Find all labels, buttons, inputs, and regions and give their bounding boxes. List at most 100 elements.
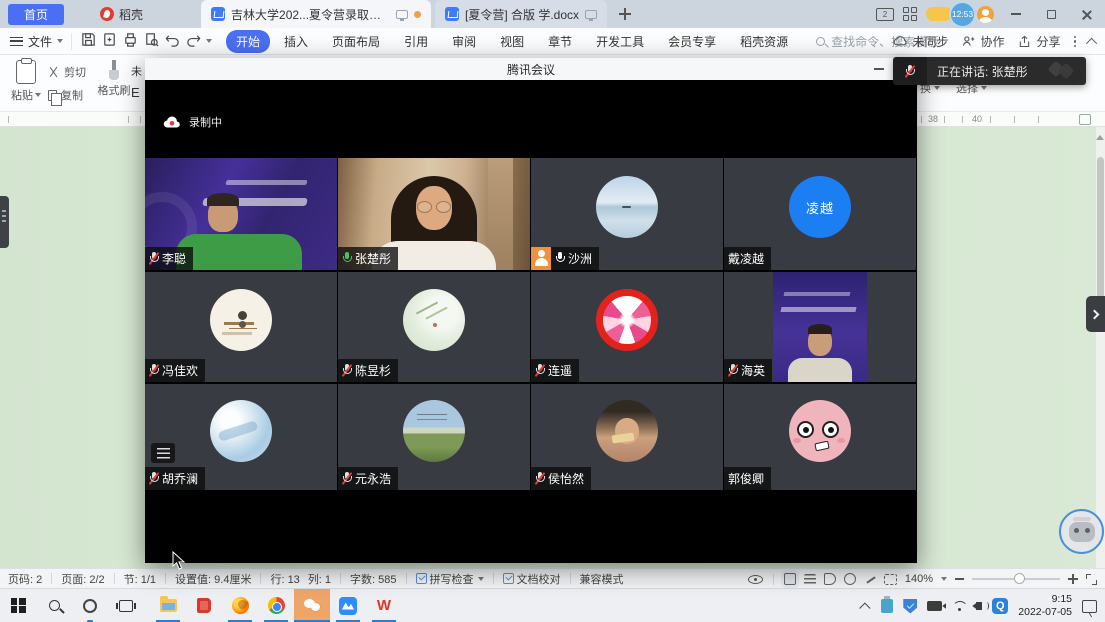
participant-tile[interactable]: 连遥 (531, 272, 723, 382)
ribbon-tab-developer[interactable]: 开发工具 (586, 30, 654, 53)
firefox-button[interactable] (222, 589, 258, 622)
cortana-button[interactable] (72, 589, 108, 622)
start-button[interactable] (0, 589, 36, 622)
web-view-icon[interactable] (844, 573, 856, 585)
wechat-button-active[interactable] (294, 589, 330, 622)
taskbar-clock[interactable]: 9:15 2022-07-05 (1018, 593, 1072, 619)
scroll-up-icon[interactable] (1096, 135, 1104, 140)
ribbon-tab-section[interactable]: 章节 (538, 30, 582, 53)
chrome-button[interactable] (258, 589, 294, 622)
ribbon-tab-references[interactable]: 引用 (394, 30, 438, 53)
collapse-ribbon-icon[interactable] (1086, 37, 1097, 48)
participant-tile[interactable]: 张楚彤 (338, 158, 530, 270)
ribbon-tab-page-layout[interactable]: 页面布局 (322, 30, 390, 53)
format-painter-button[interactable]: 格式刷 (96, 60, 132, 98)
participant-tile[interactable]: 海英 (724, 272, 916, 382)
document-tab[interactable]: [夏令营] 合版 学.docx (435, 0, 607, 28)
recorder-tray-icon[interactable] (927, 601, 942, 611)
more-menu-icon[interactable] (1074, 36, 1077, 48)
write-mode-icon[interactable] (864, 573, 876, 585)
zoom-slider[interactable] (972, 578, 1060, 580)
qat-more-icon[interactable] (206, 39, 212, 43)
ribbon-tab-view[interactable]: 视图 (490, 30, 534, 53)
participant-tile[interactable]: 侯怡然 (531, 384, 723, 490)
left-panel-handle[interactable] (0, 196, 9, 248)
task-view-button[interactable] (108, 589, 144, 622)
expand-sidebar-button[interactable] (1086, 296, 1105, 332)
sync-status-button[interactable]: 未同步 (893, 33, 948, 50)
workspace-grid-icon[interactable] (903, 7, 917, 21)
participant-name: 郭俊卿 (728, 470, 764, 487)
tray-expand-icon[interactable] (860, 602, 871, 613)
participant-tile[interactable]: 郭俊卿 (724, 384, 916, 490)
print-button[interactable] (122, 31, 139, 51)
ribbon-tab-review[interactable]: 审阅 (442, 30, 486, 53)
participant-tile[interactable]: 沙洲 (531, 158, 723, 270)
zoom-in-button[interactable] (1068, 574, 1078, 584)
recording-indicator[interactable]: 录制中 (163, 114, 222, 130)
notification-center-icon[interactable] (1082, 600, 1097, 613)
scrollbar-thumb[interactable] (1097, 157, 1104, 307)
layout-list-icon[interactable] (151, 443, 175, 463)
ribbon-tab-home[interactable]: 开始 (226, 30, 270, 53)
vertical-scrollbar[interactable] (1096, 127, 1105, 568)
window-restore-button[interactable] (1038, 4, 1064, 24)
share-button[interactable]: 分享 (1017, 33, 1060, 50)
compat-mode-label[interactable]: 兼容模式 (580, 571, 624, 587)
participant-tile[interactable]: 凌越 戴凌越 (724, 158, 916, 270)
file-menu[interactable]: 文件 (10, 33, 72, 50)
share-label: 分享 (1036, 33, 1060, 50)
usb-tray-icon[interactable] (881, 599, 893, 613)
red-book-app-button[interactable] (186, 589, 222, 622)
print-preview-button[interactable] (143, 31, 160, 51)
ribbon-tab-docer-resources[interactable]: 稻壳资源 (730, 30, 798, 53)
paste-button[interactable]: 粘贴 (10, 60, 42, 103)
cut-button[interactable]: 剪切 (48, 64, 86, 80)
zoom-out-button[interactable] (955, 578, 964, 580)
account-avatar[interactable] (977, 6, 994, 23)
meeting-minimize-button[interactable] (874, 68, 884, 70)
assistant-robot-button[interactable] (1059, 509, 1104, 554)
zoom-slider-thumb[interactable] (1014, 573, 1025, 584)
document-tab-active[interactable]: 吉林大学202...夏令营录取名单 (201, 0, 431, 28)
page-view-icon[interactable] (784, 573, 796, 585)
new-tab-button[interactable] (617, 6, 633, 22)
file-explorer-button[interactable] (150, 589, 186, 622)
outline-view-icon[interactable] (804, 574, 816, 585)
wps-button[interactable]: W (366, 589, 402, 622)
read-view-icon[interactable] (824, 573, 836, 585)
volume-icon[interactable] (976, 602, 982, 610)
eye-protection-icon[interactable] (748, 575, 763, 584)
floating-clock-badge[interactable]: 12:53 (949, 1, 976, 28)
collaborate-button[interactable]: 协作 (961, 33, 1004, 50)
ribbon-tab-insert[interactable]: 插入 (274, 30, 318, 53)
zoom-level[interactable]: 140% (905, 573, 933, 585)
home-button[interactable]: 首页 (8, 4, 64, 25)
taskbar-search-button[interactable] (36, 589, 72, 622)
fullscreen-icon[interactable] (1086, 574, 1097, 585)
participant-tile[interactable]: 陈昱杉 (338, 272, 530, 382)
tencent-meeting-button[interactable] (330, 589, 366, 622)
spell-check-button[interactable]: 拼写检查 (416, 571, 484, 587)
docer-tab[interactable]: 稻壳 (88, 6, 155, 23)
window-minimize-button[interactable] (1003, 4, 1029, 24)
export-pdf-button[interactable] (101, 31, 118, 51)
window-close-button[interactable] (1073, 4, 1099, 24)
participant-tile[interactable]: 李聪 (145, 158, 337, 270)
split-screen-icon[interactable]: 2 (876, 8, 894, 21)
participant-tile[interactable]: 元永浩 (338, 384, 530, 490)
share-icon (1017, 34, 1032, 49)
proofread-button[interactable]: 文档校对 (503, 571, 561, 587)
save-button[interactable] (80, 31, 97, 51)
participant-tile[interactable]: 胡乔澜 (145, 384, 337, 490)
wifi-icon[interactable] (952, 601, 966, 612)
ruler-toggle-icon[interactable] (1079, 114, 1091, 125)
security-shield-icon[interactable] (903, 599, 917, 614)
participant-tile[interactable]: 冯佳欢 (145, 272, 337, 382)
redo-button[interactable] (185, 31, 202, 51)
copy-button[interactable]: 复制 (48, 87, 83, 103)
q-input-tray-icon[interactable]: Q (992, 598, 1008, 614)
fit-page-icon[interactable] (884, 574, 897, 585)
ribbon-tab-member[interactable]: 会员专享 (658, 30, 726, 53)
undo-button[interactable] (164, 31, 181, 51)
